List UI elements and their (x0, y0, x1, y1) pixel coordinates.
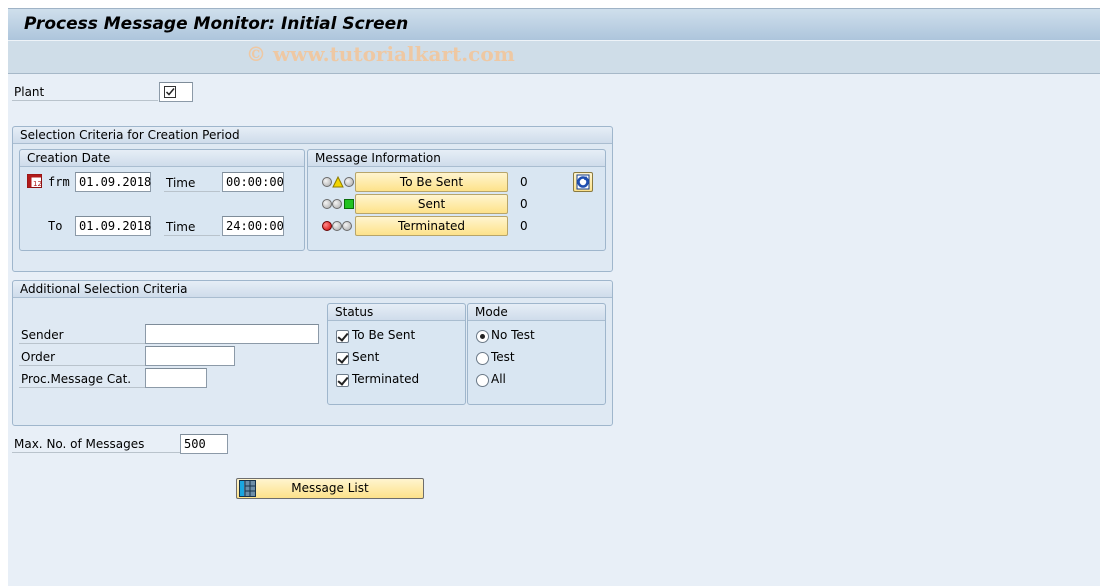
to-be-sent-count: 0 (520, 175, 528, 189)
sender-label: Sender (19, 326, 145, 344)
message-list-button[interactable]: Message List (236, 478, 424, 499)
status-sent-checkbox[interactable] (336, 352, 349, 365)
to-time-label: Time (164, 218, 220, 236)
status-sent-label: Sent (352, 350, 380, 364)
traffic-light-green-icon (322, 198, 356, 210)
message-information-group: Message Information To Be Sent 0 Sent 0 … (307, 149, 606, 251)
order-label: Order (19, 348, 145, 366)
status-title: Status (328, 304, 465, 321)
mode-no-test-label: No Test (491, 328, 535, 342)
order-input[interactable] (145, 346, 235, 366)
sent-button[interactable]: Sent (355, 194, 508, 214)
to-be-sent-button[interactable]: To Be Sent (355, 172, 508, 192)
max-messages-label: Max. No. of Messages (12, 435, 180, 453)
mode-all-radio[interactable] (476, 374, 489, 387)
status-terminated-checkbox[interactable] (336, 374, 349, 387)
checkbox-icon (164, 86, 176, 98)
app-window: Process Message Monitor: Initial Screen … (8, 8, 1100, 586)
refresh-button[interactable] (573, 172, 593, 192)
sender-input[interactable] (145, 324, 319, 344)
max-messages-input[interactable]: 500 (180, 434, 228, 454)
to-date-input[interactable]: 01.09.2018 (75, 216, 151, 236)
to-date-label: To (48, 219, 63, 233)
mode-title: Mode (468, 304, 605, 321)
additional-criteria-group: Additional Selection Criteria Sender Ord… (12, 280, 613, 426)
mode-test-label: Test (491, 350, 515, 364)
status-to-be-sent-checkbox[interactable] (336, 330, 349, 343)
terminated-count: 0 (520, 219, 528, 233)
creation-date-group: Creation Date 12 frm 01.09.2018 Time 00:… (19, 149, 305, 251)
mode-no-test-radio[interactable] (476, 330, 489, 343)
plant-checkbox-field[interactable] (159, 82, 193, 102)
from-time-label: Time (164, 174, 220, 192)
creation-period-title: Selection Criteria for Creation Period (13, 127, 612, 144)
mode-group: Mode No Test Test All (467, 303, 606, 405)
message-list-label: Message List (291, 481, 369, 495)
application-toolbar: © www.tutorialkart.com (8, 40, 1100, 74)
status-terminated-label: Terminated (352, 372, 420, 386)
calendar-icon[interactable]: 12 (27, 174, 42, 188)
mode-test-radio[interactable] (476, 352, 489, 365)
from-date-label: frm (48, 175, 70, 189)
mode-all-label: All (491, 372, 506, 386)
status-to-be-sent-label: To Be Sent (352, 328, 416, 342)
status-group: Status To Be Sent Sent Terminated (327, 303, 466, 405)
message-information-title: Message Information (308, 150, 605, 167)
from-time-input[interactable]: 00:00:00 (222, 172, 284, 192)
terminated-button[interactable]: Terminated (355, 216, 508, 236)
to-time-input[interactable]: 24:00:00 (222, 216, 284, 236)
traffic-light-red-icon (322, 220, 356, 232)
proc-message-cat-label: Proc.Message Cat. (19, 370, 145, 388)
additional-criteria-title: Additional Selection Criteria (13, 281, 612, 298)
from-date-input[interactable]: 01.09.2018 (75, 172, 151, 192)
sent-count: 0 (520, 197, 528, 211)
traffic-light-yellow-icon (322, 176, 356, 188)
title-bar: Process Message Monitor: Initial Screen (8, 8, 1100, 40)
watermark: © www.tutorialkart.com (246, 42, 515, 66)
creation-date-title: Creation Date (20, 150, 304, 167)
page-title: Process Message Monitor: Initial Screen (24, 14, 409, 34)
plant-label: Plant (12, 83, 158, 101)
list-icon (239, 480, 256, 497)
proc-message-cat-input[interactable] (145, 368, 207, 388)
svg-text:12: 12 (33, 180, 42, 188)
creation-period-group: Selection Criteria for Creation Period C… (12, 126, 613, 272)
refresh-icon (576, 174, 590, 190)
